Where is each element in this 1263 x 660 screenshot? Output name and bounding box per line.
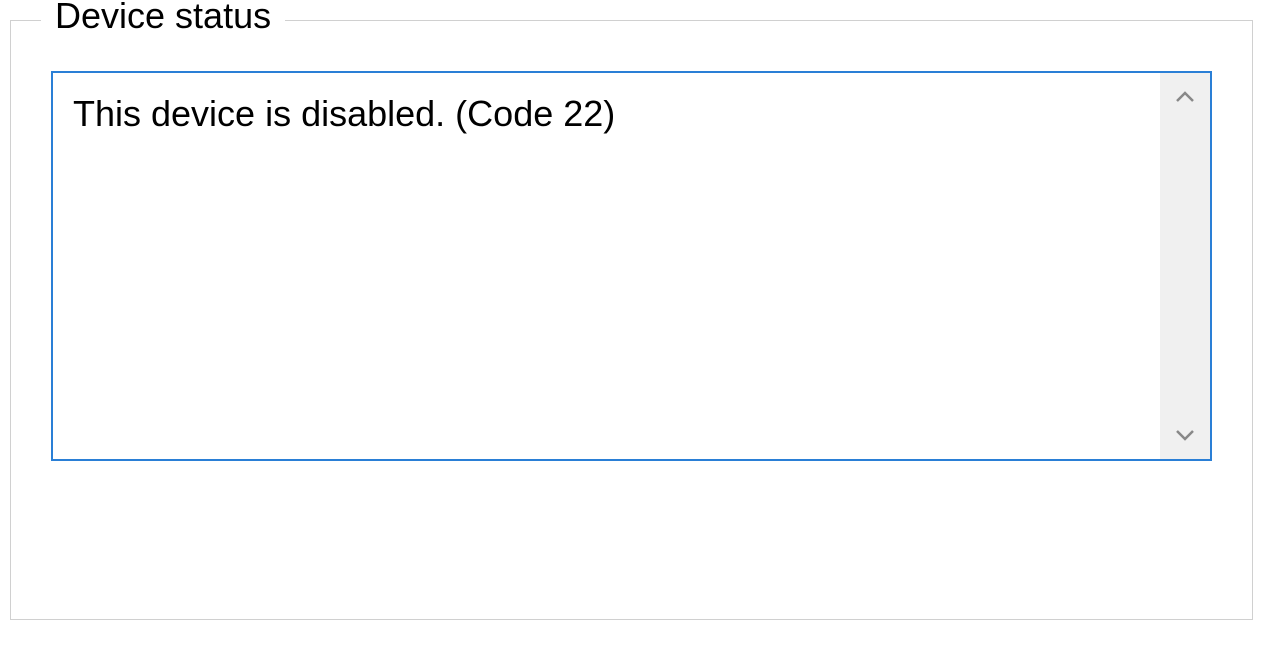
scroll-down-arrow-icon[interactable] bbox=[1171, 421, 1199, 449]
status-message: This device is disabled. (Code 22) bbox=[53, 73, 1160, 459]
scroll-up-arrow-icon[interactable] bbox=[1171, 83, 1199, 111]
device-status-group: Device status This device is disabled. (… bbox=[10, 20, 1253, 620]
vertical-scrollbar[interactable] bbox=[1160, 73, 1210, 459]
status-textbox[interactable]: This device is disabled. (Code 22) bbox=[51, 71, 1212, 461]
group-legend: Device status bbox=[41, 0, 285, 37]
